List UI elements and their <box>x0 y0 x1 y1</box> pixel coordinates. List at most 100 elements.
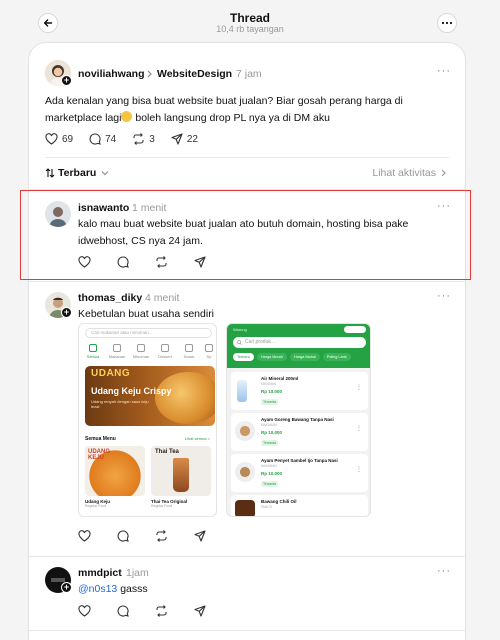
reply-text: @n0s13 gasss <box>78 581 148 598</box>
divider <box>45 157 449 158</box>
product-status: Tersedia <box>261 440 279 446</box>
product-card: Bawang Chili Oil SNACK <box>231 495 368 516</box>
view-count: 10,4 rb tayangan <box>216 24 284 34</box>
shot1-cat-label: Dessert <box>158 354 172 359</box>
follow-plus-icon[interactable]: + <box>61 307 72 318</box>
shot1-cat: Makanan <box>107 344 127 359</box>
reply-more-icon[interactable]: ··· <box>437 565 451 577</box>
comment-button[interactable] <box>117 530 133 542</box>
follow-plus-icon[interactable]: + <box>61 75 72 86</box>
like-count: 69 <box>62 133 74 145</box>
reply-text: Kebetulan buat usaha sendiri <box>78 308 215 320</box>
comment-button[interactable]: 74 <box>89 133 116 145</box>
mention-link[interactable]: @n0s13 <box>78 583 117 595</box>
reply-username[interactable]: thomas_diky <box>78 292 142 304</box>
repost-icon <box>156 605 167 617</box>
send-icon <box>194 605 206 617</box>
comment-button[interactable] <box>117 605 133 617</box>
menu-item-image: Thai Tea <box>151 446 211 496</box>
smile-emoji-icon <box>121 111 133 122</box>
repost-icon <box>156 530 167 542</box>
repost-button[interactable] <box>155 605 172 617</box>
view-activity-link[interactable]: Lihat aktivitas <box>372 167 447 179</box>
drink-icon <box>137 344 145 352</box>
repost-button[interactable]: 3 <box>132 133 155 145</box>
shot1-categories: Semua Makanan Minuman Dessert Snack Sp <box>83 344 215 359</box>
banner-subtitle: Udang renyah dengan saus keju lezat <box>91 399 149 409</box>
product-card: Ayam Penyet Sambel Ijo Tanpa Nasi MAKANA… <box>231 454 368 492</box>
product-category: MINUMAN <box>261 382 277 386</box>
send-icon <box>194 530 206 542</box>
top-bar: Thread 10,4 rb tayangan <box>0 0 500 42</box>
shrimp-image <box>155 372 215 424</box>
like-button[interactable] <box>78 605 95 617</box>
chip: Paling Laris <box>322 353 351 361</box>
dessert-icon <box>161 344 169 352</box>
like-button[interactable] <box>78 530 95 542</box>
shot1-cat-label: Minuman <box>132 354 150 359</box>
reply-username[interactable]: mmdpict <box>78 567 122 579</box>
share-button[interactable]: 22 <box>171 133 198 145</box>
shot2-header: Warung Cari produk... Terbaru Harga Mura… <box>227 324 370 368</box>
product-card: Ayam Goreng Bawang Tanpa Nasi MAKANAN Rp… <box>231 413 368 451</box>
product-card: Air Mineral 200ml MINUMAN Rp 10.000 Ters… <box>231 372 368 410</box>
shot1-cat-label: Makanan <box>108 354 126 359</box>
share-button[interactable] <box>194 530 210 542</box>
divider <box>29 556 465 557</box>
chevron-right-icon <box>441 169 446 177</box>
product-image-plate <box>235 421 255 441</box>
op-actions: 69 74 3 22 <box>45 133 214 145</box>
menu-item-image: UDANG KEJU <box>85 446 145 496</box>
more-cat-icon <box>205 344 213 352</box>
reply-timestamp: 4 menit <box>145 292 180 304</box>
shot1-cat: Sp <box>203 344 215 359</box>
sort-icon <box>45 168 55 178</box>
snack-icon <box>185 344 193 352</box>
shot2-search: Cari produk... <box>233 337 366 348</box>
divider <box>29 281 465 282</box>
sort-dropdown[interactable]: Terbaru <box>45 167 109 179</box>
repost-icon <box>133 133 144 145</box>
send-icon <box>171 133 183 145</box>
follow-plus-icon[interactable]: + <box>61 582 72 593</box>
shot1-cat-label: Semua <box>86 354 100 359</box>
banner-title: Udang Keju Crispy <box>91 386 172 396</box>
community-link[interactable]: WebsiteDesign <box>157 68 232 80</box>
attached-image-food-app[interactable]: Cari makanan atau minuman... Semua Makan… <box>78 323 217 517</box>
comment-icon <box>117 605 129 617</box>
repost-button[interactable] <box>155 530 172 542</box>
share-count: 22 <box>186 133 198 145</box>
highlight-box <box>20 190 471 280</box>
chip: Terbaru <box>233 353 254 361</box>
reply-text-rest: gasss <box>117 583 148 595</box>
heart-icon <box>78 530 91 542</box>
reply-timestamp: 1jam <box>126 567 149 579</box>
shot1-see-all: Lihat semua > <box>184 436 210 441</box>
product-price: Rp 10.000 <box>261 389 283 394</box>
menu-item-card: UDANG KEJU Udang Keju Regular Food <box>85 446 145 508</box>
chevron-down-icon <box>101 171 109 176</box>
menu-item-image-text: UDANG KEJU <box>88 449 110 461</box>
view-activity-label: Lihat aktivitas <box>372 167 436 179</box>
share-button[interactable] <box>194 605 210 617</box>
menu-item-image-text: Thai Tea <box>155 449 179 455</box>
thai-tea-cup <box>173 458 189 492</box>
product-category: MAKANAN <box>261 464 277 468</box>
op-timestamp: 7 jam <box>236 68 262 80</box>
shot1-banner: UDANG Udang Keju Crispy Udang renyah den… <box>85 366 215 426</box>
attached-image-product-list[interactable]: Warung Cari produk... Terbaru Harga Mura… <box>226 323 371 517</box>
like-button[interactable]: 69 <box>45 133 73 145</box>
sort-label: Terbaru <box>58 167 97 179</box>
shot1-cat: Semua <box>83 344 103 359</box>
op-username[interactable]: noviliahwang <box>78 68 145 80</box>
reply-more-icon[interactable]: ··· <box>437 290 451 302</box>
divider <box>29 630 465 631</box>
shot2-chips: Terbaru Harga Murah Harga Mahal Paling L… <box>233 353 351 361</box>
op-text-rest: boleh langsung drop PL nya ya di DM aku <box>132 112 330 124</box>
product-name: Ayam Goreng Bawang Tanpa Nasi <box>261 417 334 422</box>
comment-icon <box>89 133 101 145</box>
op-more-icon[interactable]: ··· <box>437 65 451 77</box>
product-price: Rp 10.000 <box>261 471 283 476</box>
menu-item-sub: Regular Food <box>85 504 107 508</box>
more-options-button[interactable] <box>437 13 457 33</box>
